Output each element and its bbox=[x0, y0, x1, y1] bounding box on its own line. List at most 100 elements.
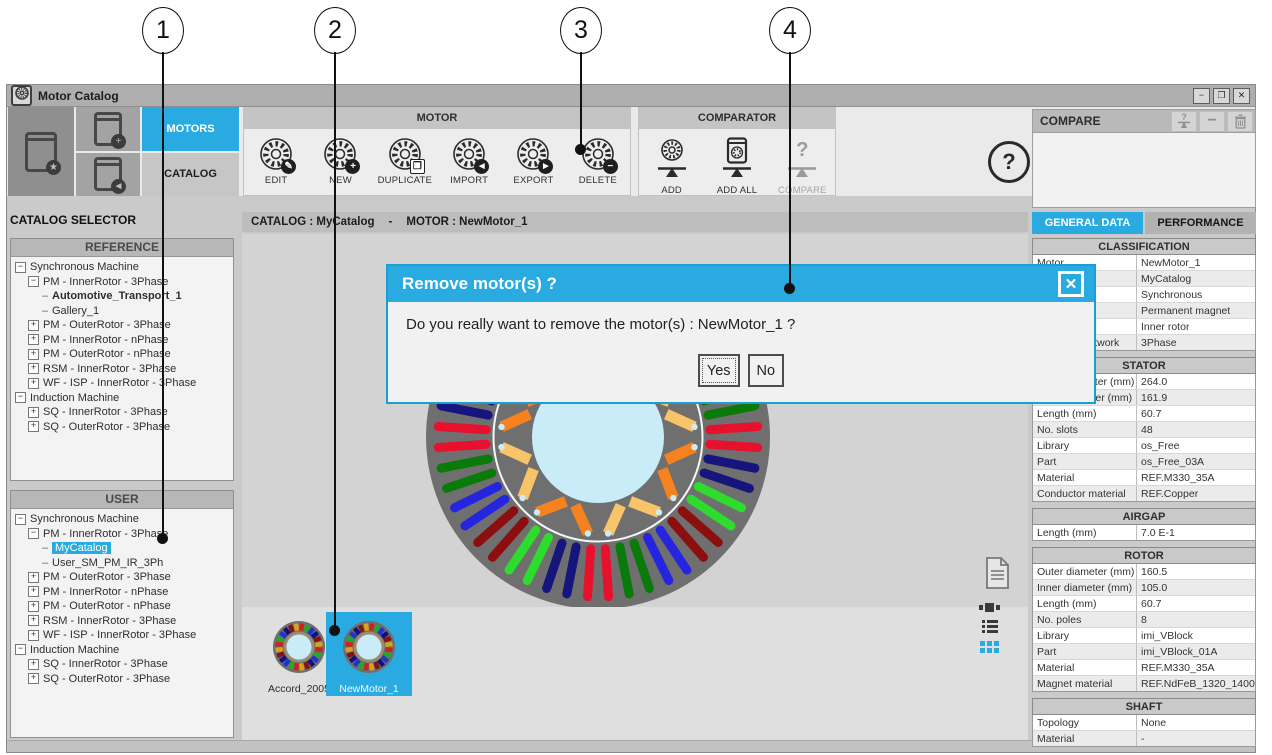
dialog-message: Do you really want to remove the motor(s… bbox=[406, 316, 795, 333]
tree-item[interactable]: –User_SM_PM_IR_3Ph bbox=[11, 556, 233, 571]
row-value: os_Free_03A bbox=[1137, 456, 1204, 468]
expand-toggle[interactable]: + bbox=[28, 334, 39, 345]
tree-item[interactable]: −PM - InnerRotor - 3Phase bbox=[11, 275, 233, 290]
expand-toggle[interactable]: + bbox=[28, 378, 39, 389]
edit-motor-button[interactable]: ✎EDIT bbox=[245, 135, 307, 186]
expand-toggle[interactable]: + bbox=[28, 673, 39, 684]
expand-toggle[interactable]: + bbox=[28, 601, 39, 612]
tree-item[interactable]: + RSM - InnerRotor - 3Phase bbox=[11, 614, 233, 629]
comparator-group-title: COMPARATOR bbox=[639, 108, 835, 129]
section-table: Length (mm)7.0 E-1 bbox=[1032, 525, 1256, 541]
tree-item[interactable]: −Synchronous Machine bbox=[11, 260, 233, 275]
dialog-header: Remove motor(s) ? ✕ bbox=[388, 266, 1094, 302]
row-label: Material bbox=[1033, 660, 1137, 675]
balance-base-icon bbox=[786, 165, 818, 183]
expand-toggle[interactable]: + bbox=[28, 630, 39, 641]
motor-group-title: MOTOR bbox=[244, 108, 630, 129]
tree-item-label: PM - OuterRotor - 3Phase bbox=[43, 319, 171, 331]
no-button[interactable]: No bbox=[748, 354, 785, 387]
tree-item[interactable]: –Gallery_1 bbox=[11, 304, 233, 319]
dialog-close-icon[interactable]: ✕ bbox=[1058, 271, 1084, 297]
tab-motors[interactable]: MOTORS bbox=[142, 107, 239, 151]
expand-toggle[interactable]: + bbox=[28, 421, 39, 432]
restore-button[interactable]: ❐ bbox=[1213, 88, 1230, 104]
tree-item-label: SQ - InnerRotor - 3Phase bbox=[43, 658, 168, 670]
expand-toggle[interactable]: + bbox=[28, 320, 39, 331]
tree-connector: – bbox=[41, 557, 49, 569]
details-tabs: GENERAL DATAPERFORMANCE bbox=[1032, 212, 1256, 234]
tree-item[interactable]: +SQ - InnerRotor - 3Phase bbox=[11, 405, 233, 420]
expand-toggle[interactable]: + bbox=[28, 407, 39, 418]
view-list-icon[interactable] bbox=[982, 620, 998, 633]
reference-catalogs-button[interactable]: ★ bbox=[8, 107, 74, 196]
thumbnail-newmotor_1[interactable]: NewMotor_1 bbox=[326, 612, 412, 696]
expand-toggle[interactable]: − bbox=[15, 644, 26, 655]
close-button[interactable]: ✕ bbox=[1233, 88, 1250, 104]
compare-run-button[interactable]: ? bbox=[1171, 111, 1197, 132]
export-motor-button[interactable]: ►EXPORT bbox=[502, 135, 564, 186]
expand-toggle[interactable]: − bbox=[15, 262, 26, 273]
help-button[interactable]: ? bbox=[988, 141, 1030, 183]
tree-item[interactable]: +RSM - InnerRotor - 3Phase bbox=[11, 362, 233, 377]
balance-base-icon bbox=[721, 165, 753, 183]
row-label: Topology bbox=[1033, 715, 1137, 730]
remove-motor-dialog: Remove motor(s) ? ✕ Do you really want t… bbox=[386, 264, 1096, 404]
import-motor-button[interactable]: ◄IMPORT bbox=[438, 135, 500, 186]
tree-item[interactable]: +SQ - OuterRotor - 3Phase bbox=[11, 672, 233, 687]
tab-general-data[interactable]: GENERAL DATA bbox=[1032, 212, 1143, 234]
tree-item[interactable]: −Induction Machine bbox=[11, 643, 233, 658]
tree-item[interactable]: +PM - InnerRotor - nPhase bbox=[11, 333, 233, 348]
expand-toggle[interactable]: − bbox=[28, 528, 39, 539]
tree-item[interactable]: +SQ - OuterRotor - 3Phase bbox=[11, 420, 233, 435]
table-row: Outer diameter (mm)160.5 bbox=[1033, 564, 1255, 580]
tree-item[interactable]: +WF - ISP - InnerRotor - 3Phase bbox=[11, 376, 233, 391]
motor-gear-icon bbox=[659, 137, 685, 163]
tree-item[interactable]: + SQ - InnerRotor - 3Phase bbox=[11, 657, 233, 672]
tree-item[interactable]: + PM - OuterRotor - 3Phase bbox=[11, 318, 233, 333]
view-grid-icon[interactable] bbox=[980, 641, 999, 653]
delete-motor-button[interactable]: −DELETE bbox=[567, 135, 629, 186]
compare-clear-button[interactable] bbox=[1227, 111, 1253, 132]
expand-toggle[interactable]: + bbox=[28, 349, 39, 360]
view-carousel-icon[interactable] bbox=[979, 603, 1000, 612]
tab-catalog[interactable]: CATALOG bbox=[142, 153, 239, 197]
tree-item-label: RSM - InnerRotor - 3Phase bbox=[43, 615, 176, 627]
new-motor-button[interactable]: +NEW bbox=[309, 135, 371, 186]
tree-item[interactable]: −Induction Machine bbox=[11, 391, 233, 406]
expand-toggle[interactable]: + bbox=[28, 615, 39, 626]
expand-toggle[interactable]: − bbox=[28, 276, 39, 287]
workspace-header: CATALOG : MyCatalog - MOTOR : NewMotor_1 bbox=[242, 212, 1028, 232]
tree-item[interactable]: +PM - OuterRotor - nPhase bbox=[11, 347, 233, 362]
tree-item[interactable]: +PM - InnerRotor - nPhase bbox=[11, 585, 233, 600]
row-value: 7.0 E-1 bbox=[1137, 527, 1175, 539]
report-document-icon[interactable] bbox=[984, 556, 1011, 595]
expand-toggle[interactable]: + bbox=[28, 659, 39, 670]
tree-item[interactable]: −Synchronous Machine bbox=[11, 512, 233, 527]
add-comparator-button[interactable]: ADD bbox=[643, 135, 701, 196]
tree-item[interactable]: +PM - OuterRotor - 3Phase bbox=[11, 570, 233, 585]
tree-item[interactable]: +WF - ISP - InnerRotor - 3Phase bbox=[11, 628, 233, 643]
tab-performance[interactable]: PERFORMANCE bbox=[1145, 212, 1256, 234]
tree-item[interactable]: +PM - OuterRotor - nPhase bbox=[11, 599, 233, 614]
expand-toggle[interactable]: − bbox=[15, 392, 26, 403]
motor-group: MOTOR ✎EDIT+NEW❐DUPLICATE◄IMPORT►EXPORT−… bbox=[243, 107, 631, 196]
tree-item[interactable]: −PM - InnerRotor - 3Phase bbox=[11, 527, 233, 542]
duplicate-motor-button[interactable]: ❐DUPLICATE bbox=[374, 135, 436, 186]
expand-toggle[interactable]: + bbox=[28, 572, 39, 583]
import-catalog-button[interactable]: ◄ bbox=[76, 153, 140, 197]
expand-toggle[interactable]: − bbox=[15, 514, 26, 525]
badge-duplicate-icon: ❐ bbox=[410, 159, 425, 174]
new-catalog-button[interactable]: + bbox=[76, 107, 140, 151]
minimize-button[interactable]: − bbox=[1193, 88, 1210, 104]
row-value: NewMotor_1 bbox=[1137, 257, 1201, 269]
view-mode-icons bbox=[979, 603, 1000, 653]
expand-toggle[interactable]: + bbox=[28, 363, 39, 374]
yes-button[interactable]: Yes bbox=[698, 354, 740, 387]
tree-item[interactable]: –MyCatalog bbox=[11, 541, 233, 556]
row-value: 3Phase bbox=[1137, 337, 1177, 349]
add-all-comparator-button[interactable]: ADD ALL bbox=[708, 135, 766, 196]
expand-toggle[interactable]: + bbox=[28, 586, 39, 597]
tree-item[interactable]: –Automotive_Transport_1 bbox=[11, 289, 233, 304]
compare-remove-button[interactable]: − bbox=[1199, 111, 1225, 132]
tree-connector: – bbox=[41, 542, 49, 554]
